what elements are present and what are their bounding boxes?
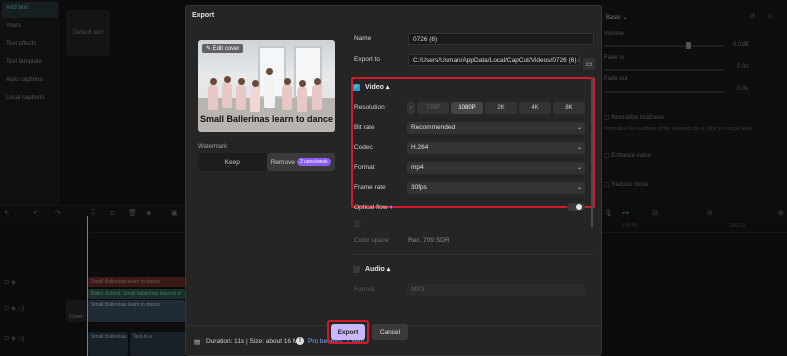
- color-space-value: Rec. 709 SDR: [408, 237, 450, 244]
- chevron-down-icon: ⌄: [576, 185, 582, 191]
- video-section-title[interactable]: Video ▴: [365, 83, 389, 91]
- dialog-title: Export: [192, 12, 215, 19]
- dancer-figure: [208, 78, 218, 110]
- dancer-figure: [222, 76, 232, 108]
- resolution-option[interactable]: 8K: [553, 102, 585, 114]
- folder-icon[interactable]: ▭: [583, 58, 595, 70]
- teacher-figure: [264, 68, 275, 108]
- audio-format-select[interactable]: MP3: [407, 284, 585, 296]
- format-label: Format: [354, 164, 375, 171]
- watermark-toggle: Keep Remove 2 uses/week: [198, 153, 335, 171]
- dancer-figure: [297, 80, 307, 112]
- format-select[interactable]: mp4 ⌄: [407, 162, 585, 174]
- framerate-select[interactable]: 30fps ⌄: [407, 182, 585, 194]
- chevron-down-icon: ⌄: [576, 145, 582, 151]
- info-icon[interactable]: !: [296, 337, 304, 345]
- framerate-label: Frame rate: [354, 184, 386, 191]
- dancer-figure: [312, 78, 322, 110]
- chevron-down-icon: ⌄: [576, 165, 582, 171]
- scrollbar[interactable]: [591, 77, 593, 227]
- resolution-prev-icon[interactable]: ‹: [407, 102, 415, 114]
- dancer-figure: [236, 78, 246, 110]
- watermark-remove-option[interactable]: Remove 2 uses/week: [266, 153, 335, 171]
- export-button[interactable]: Export: [331, 324, 365, 340]
- dancer-figure: [282, 78, 292, 110]
- resolution-option[interactable]: 1080P: [451, 102, 483, 114]
- chevron-down-icon: ⌄: [576, 125, 582, 131]
- codec-select[interactable]: H.264 ⌄: [407, 142, 585, 154]
- resolution-option[interactable]: 4K: [519, 102, 551, 114]
- name-input[interactable]: 0726 (6): [408, 33, 594, 45]
- resolution-option[interactable]: 720P: [417, 102, 449, 114]
- cancel-button[interactable]: Cancel: [372, 324, 408, 340]
- resolution-selector: ‹ 720P 1080P 2K 4K 8K: [407, 102, 585, 114]
- codec-label: Codec: [354, 144, 373, 151]
- resolution-label: Resolution: [354, 104, 385, 111]
- optical-flow-toggle[interactable]: [567, 203, 585, 211]
- export-path-input[interactable]: C:/Users/Usman/AppData/Local/CapCut/Vide…: [408, 54, 580, 66]
- optical-flow-label: Optical flow ♦: [354, 204, 393, 211]
- film-icon: ▤: [194, 339, 201, 346]
- export-to-label: Export to: [354, 56, 381, 63]
- cover-preview[interactable]: Small Ballerinas learn to dance ✎ Edit c…: [198, 40, 335, 132]
- bitrate-select[interactable]: Recommended ⌄: [407, 122, 585, 134]
- watermark-keep-option[interactable]: Keep: [198, 153, 267, 171]
- duration-size-text: Duration: 11s | Size: about 16 MB: [206, 338, 303, 345]
- uses-badge: 2 uses/week: [296, 158, 331, 166]
- audio-checkbox[interactable]: [353, 266, 360, 273]
- audio-format-label: Format: [354, 286, 375, 293]
- color-space-label: Color space: [354, 237, 389, 244]
- name-label: Name: [354, 35, 372, 42]
- cover-caption: Small Ballerinas learn to dance: [199, 114, 334, 124]
- export-dialog: Export Small Ballerinas learn to dance ✎…: [185, 5, 602, 356]
- watermark-label: Watermark: [198, 144, 228, 150]
- video-checkbox[interactable]: ✓: [353, 84, 360, 91]
- info-icon[interactable]: ⓘ: [354, 218, 361, 228]
- edit-cover-button[interactable]: ✎ Edit cover: [202, 44, 244, 53]
- dancer-figure: [250, 80, 260, 112]
- audio-section-title[interactable]: Audio ▴: [365, 265, 390, 273]
- bitrate-label: Bit rate: [354, 124, 375, 131]
- resolution-option[interactable]: 2K: [485, 102, 517, 114]
- pro-diamond-icon: ♦: [389, 204, 393, 211]
- divider: [351, 254, 595, 255]
